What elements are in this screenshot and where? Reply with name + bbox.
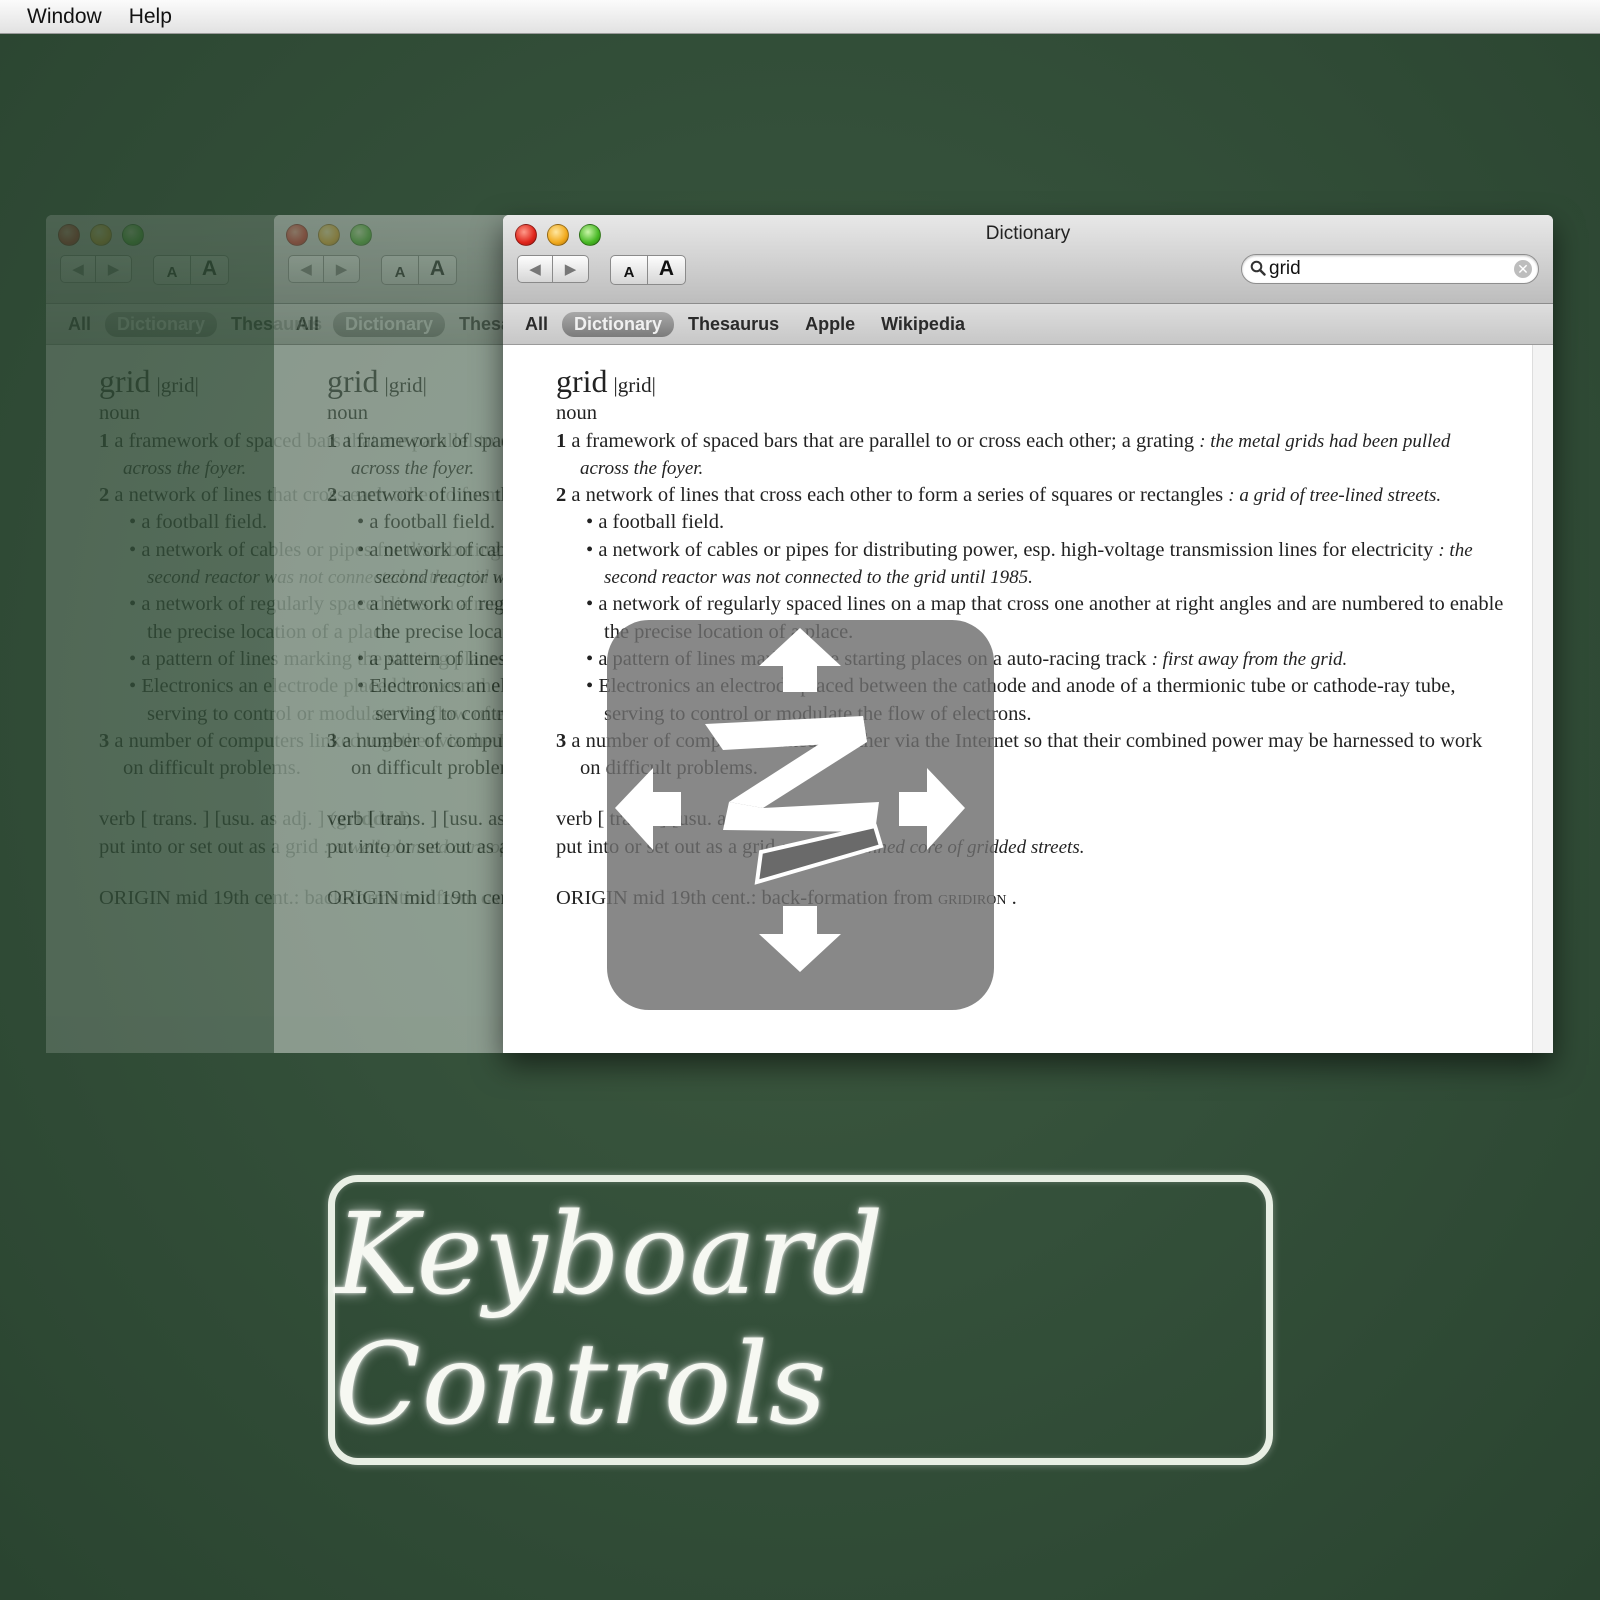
sense-2: 2 a network of lines that cross each oth… [556, 484, 1442, 507]
part-of-speech: noun [556, 402, 597, 425]
banner-title: Keyboard Controls [335, 1190, 885, 1450]
scrollbar[interactable] [1532, 345, 1553, 1053]
keyboard-controls-overlay [607, 620, 994, 1010]
clear-search-icon[interactable]: ✕ [1514, 260, 1532, 278]
font-larger-button[interactable]: A [648, 255, 686, 285]
entry-heading: grid |grid| [556, 363, 1553, 400]
back-button[interactable]: ◀ [517, 255, 553, 283]
scope-wikipedia[interactable]: Wikipedia [869, 312, 977, 337]
keyboard-arrows-icon [615, 628, 965, 972]
forward-arrow-icon: ▶ [564, 261, 577, 278]
search-icon [1250, 260, 1266, 276]
scope-apple[interactable]: Apple [793, 312, 867, 337]
subsense: • a football field. [586, 511, 725, 534]
scope-all[interactable]: All [513, 312, 560, 337]
menu-bar: Window Help [0, 0, 1600, 34]
search-input[interactable] [1269, 258, 1499, 280]
font-smaller-button[interactable]: A [610, 255, 648, 285]
sense-1: 1 a framework of spaced bars that are pa… [556, 429, 1451, 479]
search-field[interactable]: ✕ [1241, 254, 1539, 284]
scope-bar: All Dictionary Thesaurus Apple Wikipedia [503, 304, 1553, 345]
menu-help[interactable]: Help [129, 5, 172, 29]
forward-button[interactable]: ▶ [553, 255, 589, 283]
back-arrow-icon: ◀ [529, 261, 541, 278]
headword: grid [556, 363, 608, 399]
window-titlebar[interactable]: Dictionary ◀ ▶ A A ✕ [503, 215, 1553, 304]
keyboard-controls-banner: Keyboard Controls [328, 1175, 1273, 1465]
pronunciation: |grid| [613, 373, 656, 397]
menu-window[interactable]: Window [27, 5, 102, 29]
scope-thesaurus[interactable]: Thesaurus [676, 312, 791, 337]
scope-dictionary[interactable]: Dictionary [562, 311, 675, 337]
subsense: • a network of cables or pipes for distr… [586, 538, 1473, 589]
window-title: Dictionary [985, 223, 1071, 244]
